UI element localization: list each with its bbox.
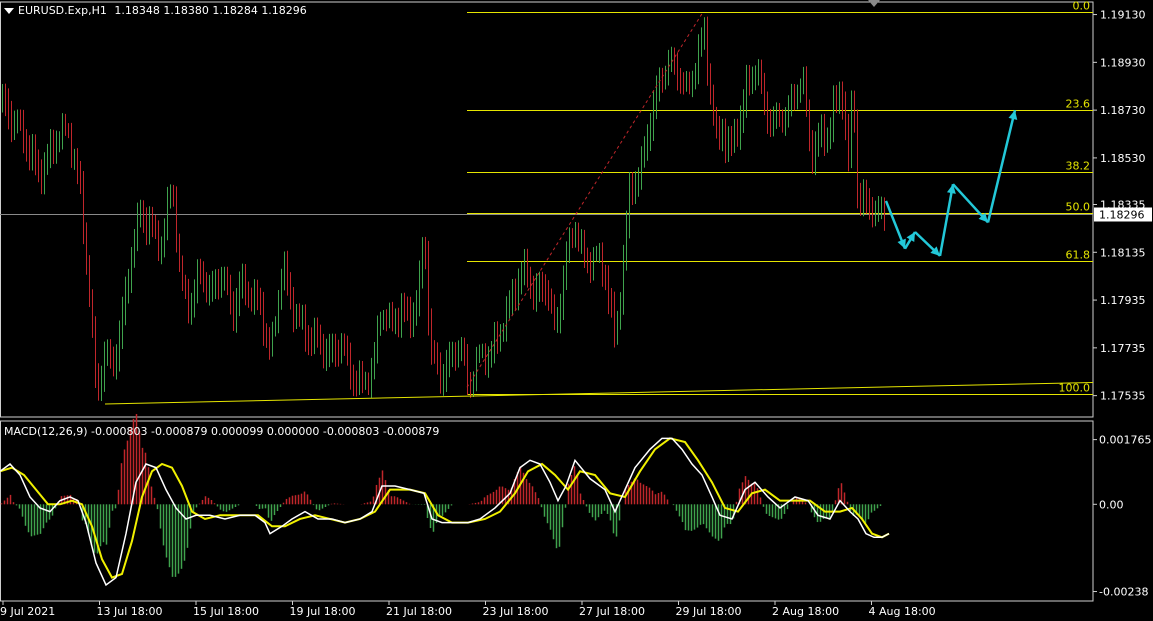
price-tick-label: 1.18530 [1100, 152, 1146, 165]
fib-level-label: 38.2 [1066, 160, 1091, 173]
time-tick-label: 15 Jul 18:00 [193, 605, 259, 618]
collapse-triangle-icon[interactable] [4, 8, 14, 14]
macd-header: MACD(12,26,9) -0.000803 -0.000879 0.0000… [4, 425, 439, 438]
time-tick-label: 23 Jul 18:00 [483, 605, 549, 618]
symbol-header: EURUSD.Exp,H1 1.18348 1.18380 1.18284 1.… [4, 4, 307, 17]
chart-canvas[interactable]: 0.023.638.250.061.8100.0 1.191301.189301… [0, 0, 1153, 621]
macd-tick-label: -0.00238 [1099, 586, 1148, 599]
macd-axis[interactable]: 0.001765 0.00 -0.00238 [1093, 434, 1152, 599]
symbol-label: EURUSD.Exp,H1 [18, 4, 107, 17]
trend-support-line [104, 381, 1094, 405]
macd-label: MACD(12,26,9) -0.000803 -0.000879 0.0000… [4, 425, 440, 438]
price-tick-label: 1.18930 [1100, 56, 1146, 69]
fib-level-label: 61.8 [1066, 249, 1091, 262]
macd-tick-label: 0.001765 [1099, 434, 1152, 447]
time-axis[interactable]: 9 Jul 2021 13 Jul 18:00 15 Jul 18:00 19 Jul… [0, 601, 936, 618]
macd-indicator [0, 413, 890, 587]
price-candles [0, 16, 1093, 401]
fib-level-label: 23.6 [1066, 98, 1091, 111]
main-pane-border [0, 1, 1094, 418]
current-price-label: 1.18296 [1099, 209, 1145, 222]
fib-level-label: 0.0 [1073, 0, 1091, 13]
price-axis[interactable]: 1.191301.189301.187301.185301.183351.181… [1093, 9, 1152, 403]
trend-dashed-line [466, 11, 704, 388]
time-tick-label: 29 Jul 18:00 [676, 605, 742, 618]
time-tick-label: 4 Aug 18:00 [869, 605, 936, 618]
ohlc-values: 1.18348 1.18380 1.18284 1.18296 [114, 4, 307, 17]
price-tick-label: 1.17935 [1100, 294, 1146, 307]
time-tick-label: 21 Jul 18:00 [386, 605, 452, 618]
scroll-marker-icon[interactable] [868, 0, 880, 7]
forecast-arrow-path[interactable] [884, 109, 1018, 257]
time-tick-label: 13 Jul 18:00 [97, 605, 163, 618]
time-tick-label: 2 Aug 18:00 [772, 605, 839, 618]
macd-tick-label: 0.00 [1099, 498, 1124, 511]
price-tick-label: 1.19130 [1100, 9, 1146, 22]
forecast-segment [986, 109, 1017, 223]
time-tick-label: 19 Jul 18:00 [290, 605, 356, 618]
forecast-segment [938, 183, 955, 257]
time-tick-label: 9 Jul 2021 [0, 605, 55, 618]
forecast-arrowhead [1008, 110, 1018, 120]
price-tick-label: 1.17535 [1100, 390, 1146, 403]
trendlines[interactable] [104, 11, 1094, 405]
fibonacci-retracement[interactable]: 0.023.638.250.061.8100.0 [467, 0, 1093, 395]
fib-level-label: 50.0 [1066, 201, 1091, 214]
time-tick-label: 27 Jul 18:00 [579, 605, 645, 618]
price-tick-label: 1.18730 [1100, 104, 1146, 117]
price-tick-label: 1.17735 [1100, 342, 1146, 355]
price-tick-label: 1.18135 [1100, 246, 1146, 259]
